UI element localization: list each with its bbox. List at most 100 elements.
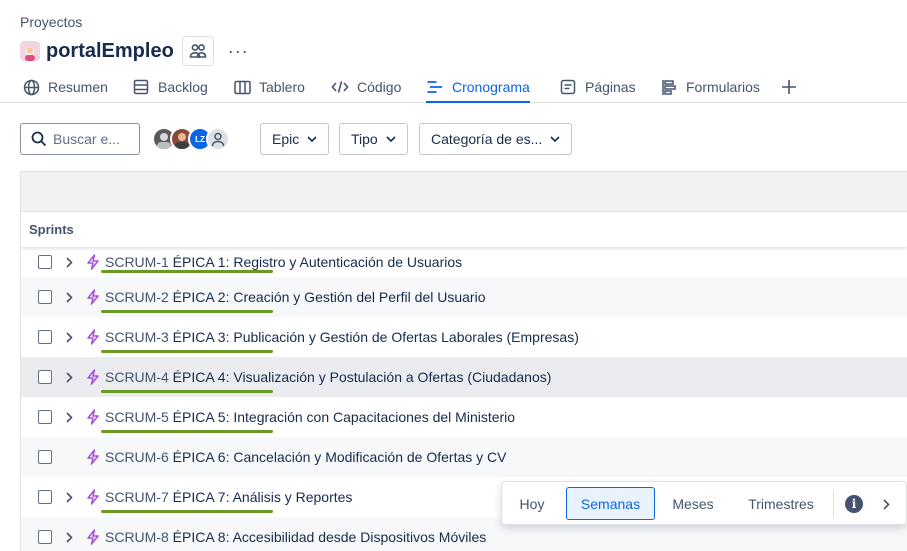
tab-resumen[interactable]: Resumen [22, 72, 108, 102]
project-tabs: Resumen Backlog Tablero Código Cronogram… [0, 72, 907, 103]
epic-progress-bar [101, 270, 273, 273]
epic-title[interactable]: SCRUM-3 ÉPICA 3: Publicación y Gestión d… [105, 329, 579, 345]
tab-paginas[interactable]: Páginas [559, 72, 636, 102]
project-title: portalEmpleo [46, 39, 174, 62]
tab-tablero[interactable]: Tablero [233, 72, 305, 102]
team-button[interactable] [181, 36, 214, 66]
project-header: portalEmpleo ··· [20, 36, 253, 66]
row-checkbox[interactable] [38, 410, 52, 424]
today-button[interactable]: Hoy [510, 487, 554, 520]
filter-label: Tipo [351, 131, 378, 147]
chevron-right-icon[interactable] [63, 411, 75, 423]
chevron-right-icon[interactable] [63, 256, 75, 268]
epic-row[interactable]: SCRUM-2 ÉPICA 2: Creación y Gestión del … [21, 277, 907, 317]
row-checkbox[interactable] [38, 370, 52, 384]
more-actions-button[interactable]: ··· [224, 42, 253, 60]
epic-progress-bar [101, 430, 273, 433]
filter-label: Epic [272, 131, 300, 147]
epic-lightning-icon [85, 369, 101, 385]
epic-title[interactable]: SCRUM-6 ÉPICA 6: Cancelación y Modificac… [105, 449, 507, 465]
info-icon[interactable]: i [845, 495, 863, 513]
tab-label: Backlog [158, 79, 208, 95]
timeline-toolbar: Buscar e... LZ Epic Tipo Categoría de es… [20, 123, 900, 155]
sprints-row[interactable]: Sprints [21, 212, 907, 247]
epic-summary: ÉPICA 1: Registro y Autenticación de Usu… [172, 254, 463, 270]
epic-title[interactable]: SCRUM-2 ÉPICA 2: Creación y Gestión del … [105, 289, 485, 305]
row-checkbox[interactable] [38, 255, 52, 269]
epic-progress-bar [101, 350, 273, 353]
tab-label: Código [357, 79, 402, 95]
issue-key[interactable]: SCRUM-1 [105, 254, 169, 270]
epic-title[interactable]: SCRUM-1 ÉPICA 1: Registro y Autenticació… [105, 254, 462, 270]
tab-label: Formularios [686, 79, 760, 95]
issue-key[interactable]: SCRUM-3 [105, 329, 169, 345]
timeline-header [21, 172, 907, 212]
epic-lightning-icon [85, 489, 101, 505]
assignee-avatars: LZ [152, 127, 230, 151]
row-checkbox[interactable] [38, 450, 52, 464]
chevron-down-icon [550, 136, 560, 142]
epic-lightning-icon [85, 254, 101, 270]
tab-codigo[interactable]: Código [331, 72, 401, 102]
epic-summary: ÉPICA 7: Análisis y Reportes [172, 489, 353, 505]
chevron-down-icon [307, 136, 317, 142]
tab-label: Cronograma [452, 79, 530, 95]
tab-label: Páginas [585, 79, 636, 95]
tab-label: Resumen [48, 79, 108, 95]
type-filter[interactable]: Tipo [339, 123, 408, 155]
row-checkbox[interactable] [38, 330, 52, 344]
pages-icon [559, 78, 577, 96]
epic-title[interactable]: SCRUM-7 ÉPICA 7: Análisis y Reportes [105, 489, 352, 505]
row-checkbox[interactable] [38, 490, 52, 504]
backlog-icon [132, 78, 150, 96]
epic-title[interactable]: SCRUM-8 ÉPICA 8: Accesibilidad desde Dis… [105, 529, 486, 545]
issue-key[interactable]: SCRUM-7 [105, 489, 169, 505]
epic-progress-bar [101, 510, 273, 513]
epic-filter[interactable]: Epic [260, 123, 330, 155]
epic-row[interactable]: SCRUM-5 ÉPICA 5: Integración con Capacit… [21, 397, 907, 437]
add-tab-button[interactable] [780, 72, 806, 102]
chevron-right-icon[interactable] [63, 371, 75, 383]
epic-lightning-icon [85, 329, 101, 345]
epic-title[interactable]: SCRUM-4 ÉPICA 4: Visualización y Postula… [105, 369, 551, 385]
issue-key[interactable]: SCRUM-5 [105, 409, 169, 425]
tab-backlog[interactable]: Backlog [132, 72, 208, 102]
epic-lightning-icon [85, 449, 101, 465]
issue-key[interactable]: SCRUM-2 [105, 289, 169, 305]
months-button[interactable]: Meses [665, 487, 721, 520]
chevron-right-icon[interactable] [63, 331, 75, 343]
epic-row[interactable]: SCRUM-3 ÉPICA 3: Publicación y Gestión d… [21, 317, 907, 357]
divider [833, 490, 834, 518]
epic-summary: ÉPICA 2: Creación y Gestión del Perfil d… [172, 289, 486, 305]
weeks-button[interactable]: Semanas [566, 487, 655, 520]
status-category-filter[interactable]: Categoría de es... [419, 123, 573, 155]
tab-cronograma[interactable]: Cronograma [426, 72, 530, 103]
epic-lightning-icon [85, 409, 101, 425]
chevron-right-icon[interactable] [63, 491, 75, 503]
epic-summary: ÉPICA 6: Cancelación y Modificación de O… [172, 449, 507, 465]
tab-formularios[interactable]: Formularios [660, 72, 760, 102]
breadcrumb[interactable]: Proyectos [20, 14, 82, 30]
epic-title[interactable]: SCRUM-5 ÉPICA 5: Integración con Capacit… [105, 409, 515, 425]
filter-label: Categoría de es... [431, 131, 543, 147]
chevron-right-icon[interactable] [63, 531, 75, 543]
globe-icon [22, 78, 40, 96]
row-checkbox[interactable] [38, 290, 52, 304]
chevron-right-icon[interactable] [877, 495, 895, 513]
epic-row[interactable]: SCRUM-4 ÉPICA 4: Visualización y Postula… [21, 357, 907, 397]
epic-row[interactable]: SCRUM-6 ÉPICA 6: Cancelación y Modificac… [21, 437, 907, 477]
issue-key[interactable]: SCRUM-6 [105, 449, 169, 465]
plus-icon [780, 78, 798, 96]
row-checkbox[interactable] [38, 530, 52, 544]
epic-row[interactable]: SCRUM-1 ÉPICA 1: Registro y Autenticació… [21, 247, 907, 277]
search-input[interactable]: Buscar e... [20, 123, 140, 155]
issue-key[interactable]: SCRUM-4 [105, 369, 169, 385]
avatar[interactable] [206, 127, 230, 151]
forms-icon [660, 78, 678, 96]
quarters-button[interactable]: Trimestres [738, 487, 824, 520]
timescale-switcher: Hoy Semanas Meses Trimestres i [501, 481, 907, 525]
chevron-right-icon[interactable] [63, 291, 75, 303]
epic-summary: ÉPICA 5: Integración con Capacitaciones … [172, 409, 516, 425]
issue-key[interactable]: SCRUM-8 [105, 529, 169, 545]
search-placeholder: Buscar e... [53, 131, 120, 147]
